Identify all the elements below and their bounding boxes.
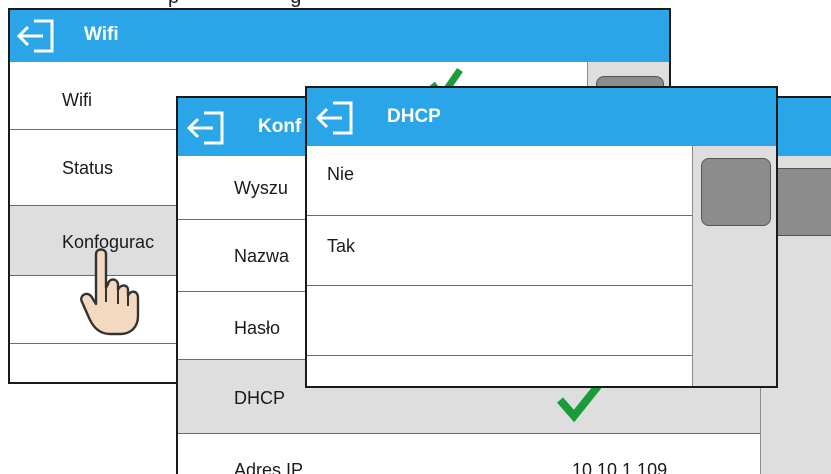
- back-arrow-icon[interactable]: [186, 110, 226, 146]
- dhcp-window-title: DHCP: [387, 106, 441, 127]
- menu-item-adres-ip[interactable]: Adres IP 10.10.1.109: [178, 434, 760, 474]
- menu-item-label: Adres IP: [234, 460, 304, 474]
- option-empty[interactable]: [307, 356, 692, 386]
- menu-item-label: Hasło: [234, 318, 281, 338]
- menu-item-label: Status: [62, 158, 114, 178]
- konf-window-title: Konf: [258, 116, 302, 137]
- wifi-window-title: Wifi: [84, 24, 119, 45]
- checkmark-icon: [556, 383, 602, 422]
- back-arrow-icon[interactable]: [16, 18, 56, 54]
- back-arrow-icon[interactable]: [315, 100, 355, 136]
- dhcp-titlebar: DHCP: [307, 88, 776, 146]
- dhcp-window: DHCP Nie Tak: [305, 86, 778, 388]
- scrollbar-thumb[interactable]: [769, 168, 831, 236]
- menu-item-value: 10.10.1.109: [572, 460, 668, 474]
- menu-item-label: Wyszu: [234, 178, 288, 198]
- option-label: Nie: [327, 164, 355, 184]
- menu-item-label: Nazwa: [234, 246, 290, 266]
- wifi-titlebar: Wifi: [10, 10, 669, 62]
- option-label: Tak: [327, 236, 356, 256]
- scrollbar[interactable]: [692, 146, 776, 386]
- option-empty[interactable]: [307, 286, 692, 356]
- menu-item-label: DHCP: [234, 388, 286, 408]
- pointing-hand-icon: [80, 248, 140, 336]
- menu-item-label: Wifi: [62, 90, 92, 110]
- option-nie[interactable]: Nie: [307, 146, 692, 216]
- scrollbar-thumb[interactable]: [701, 158, 771, 226]
- option-tak[interactable]: Tak: [307, 216, 692, 286]
